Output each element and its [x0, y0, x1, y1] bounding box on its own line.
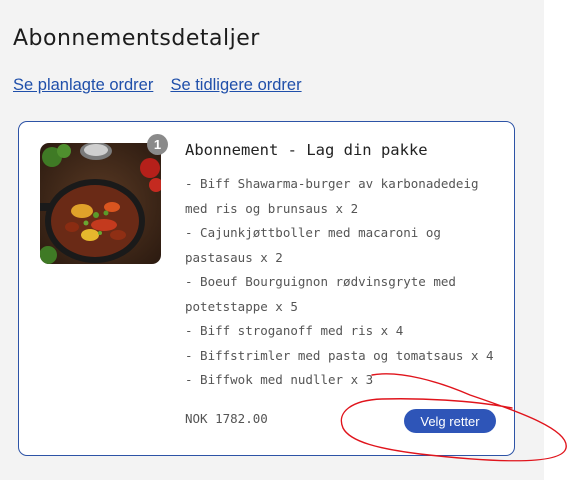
list-item: - Biff Shawarma-burger av karbonadedeig … — [185, 176, 479, 216]
food-dish-image — [40, 143, 161, 264]
past-orders-link[interactable]: Se tidligere ordrer — [170, 76, 301, 94]
order-links: Se planlagte ordrer Se tidligere ordrer — [13, 75, 314, 95]
list-item: - Biff stroganoff med ris x 4 — [185, 323, 404, 338]
list-item: - Boeuf Bourguignon rødvinsgryte med pot… — [185, 274, 456, 314]
choose-meals-button[interactable]: Velg retter — [404, 409, 496, 433]
quantity-badge: 1 — [147, 134, 168, 155]
scheduled-orders-link[interactable]: Se planlagte ordrer — [13, 76, 153, 94]
content-panel: Abonnementsdetaljer Se planlagte ordrer … — [0, 0, 544, 480]
page-title: Abonnementsdetaljer — [13, 26, 260, 51]
list-item: - Cajunkjøttboller med macaroni og pasta… — [185, 225, 441, 265]
subscription-title: Abonnement - Lag din pakke — [185, 141, 428, 159]
list-item: - Biffstrimler med pasta og tomatsaus x … — [185, 347, 494, 363]
subscription-card: 1 Abonnement - Lag din pakke - Biff Shaw… — [18, 121, 515, 456]
subscription-price: NOK 1782.00 — [185, 411, 268, 426]
meal-list: - Biff Shawarma-burger av karbonadedeig … — [185, 172, 505, 393]
list-item: - Biffwok med nudller x 3 — [185, 372, 374, 387]
